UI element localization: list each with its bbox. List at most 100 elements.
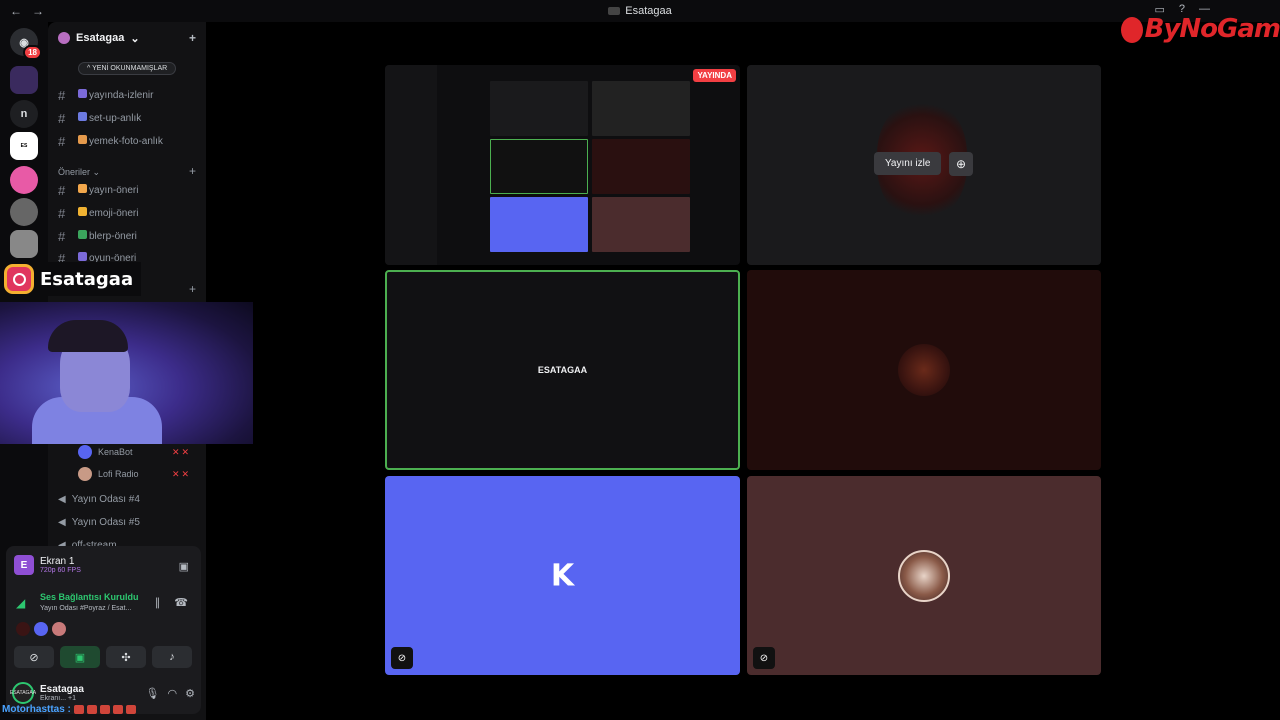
user-status-extra: +1 bbox=[68, 695, 77, 702]
user-avatar[interactable]: ESATAGAA bbox=[9, 682, 37, 704]
deafened-corner-icon: ⊘ bbox=[753, 647, 775, 669]
voice-user-kenabot[interactable]: KenaBot ✕✕ bbox=[78, 445, 189, 459]
server-icon-esatagaa[interactable]: ES bbox=[10, 132, 38, 160]
server-name: Esatagaa bbox=[76, 32, 125, 44]
signal-icon: ◢ bbox=[16, 596, 26, 610]
screen-share-tile[interactable]: YAYINDA bbox=[385, 65, 740, 265]
discord-home-icon[interactable]: ◉ 18 bbox=[10, 28, 42, 60]
hash-icon: # bbox=[58, 205, 66, 221]
screen-share-quality: 720p 60 FPS bbox=[40, 567, 81, 574]
microphone-icon[interactable]: 🎙 bbox=[146, 687, 160, 700]
deafened-corner-icon: ⊘ bbox=[391, 647, 413, 669]
emote-icon bbox=[99, 705, 110, 714]
avatar-text: ESATAGAA bbox=[9, 690, 37, 696]
hash-icon: # bbox=[58, 228, 66, 244]
voice-channel-4[interactable]: ◀ Yayın Odası #4 bbox=[58, 494, 140, 505]
user-avatar-circle bbox=[898, 549, 950, 602]
emote-icon bbox=[73, 705, 84, 714]
add-channel-icon[interactable]: + bbox=[189, 282, 196, 296]
server-icon bbox=[608, 7, 621, 16]
channel-emoji bbox=[78, 112, 87, 121]
user-name: Esatagaa bbox=[40, 684, 84, 695]
channel-label: set-up-anlık bbox=[89, 113, 142, 124]
server-icon-anime[interactable] bbox=[10, 166, 38, 194]
channel-label: emoji-öneri bbox=[89, 208, 139, 219]
tile-user-label: ESATAGAA bbox=[537, 365, 588, 375]
screen-letter: E bbox=[20, 559, 28, 571]
watch-stream-button[interactable]: Yayını izle bbox=[874, 152, 942, 175]
nested-grid-preview bbox=[490, 81, 690, 261]
avatar bbox=[78, 445, 92, 459]
category-oneriler[interactable]: Öneriler ⌄ bbox=[58, 167, 100, 178]
headphones-icon[interactable]: ◠ bbox=[168, 687, 178, 700]
channel-label: yayın-öneri bbox=[89, 185, 139, 196]
stop-share-icon[interactable]: ▣ bbox=[179, 560, 189, 573]
user-tile-esatagaa[interactable]: ESATAGAA bbox=[385, 270, 740, 470]
forward-arrow-icon[interactable]: → bbox=[32, 4, 44, 18]
channel-emoji bbox=[78, 207, 87, 216]
channel-yemek-foto-anlik[interactable]: # yemek-foto-anlık bbox=[58, 132, 163, 150]
watermark-logo-icon bbox=[1120, 16, 1143, 43]
window-title-text: Esatagaa bbox=[625, 5, 672, 17]
server-dot-icon bbox=[58, 32, 70, 44]
deafened-icon: ✕✕ bbox=[172, 446, 192, 457]
emote-icon bbox=[112, 705, 123, 714]
chat-ticker: Motorhasttas : bbox=[2, 704, 136, 715]
stream-preview-tile[interactable]: Yayını izle ⊕ bbox=[747, 65, 1101, 265]
unread-label: YENİ OKUNMAMIŞLAR bbox=[92, 65, 168, 72]
connection-status[interactable]: Ses Bağlantısı Kuruldu bbox=[40, 592, 139, 602]
avatar bbox=[52, 622, 66, 636]
camera-off-button[interactable]: ⊘ bbox=[14, 646, 54, 668]
voice-channel-label: Yayın Odası #5 bbox=[71, 517, 140, 528]
server-header[interactable]: Esatagaa ⌄ + bbox=[48, 22, 206, 54]
user-area: ESATAGAA Esatagaa Ekranı... +1 🎙 ◠ ⚙ bbox=[9, 682, 195, 704]
channel-set-up-anlik[interactable]: # set-up-anlık bbox=[58, 109, 141, 127]
hash-icon: # bbox=[58, 87, 66, 103]
watermark-text: ByNoGam bbox=[1144, 14, 1280, 44]
add-member-icon[interactable]: + bbox=[189, 31, 196, 45]
instagram-overlay: Esatagaa bbox=[4, 262, 142, 296]
channel-label: blerp-öneri bbox=[89, 231, 137, 242]
add-channel-icon[interactable]: + bbox=[189, 164, 196, 178]
disconnect-icon[interactable]: ☎ bbox=[174, 596, 188, 609]
channel-yayinda-izlenir[interactable]: # yayında-izlenir bbox=[58, 86, 153, 104]
server-icon-gray[interactable] bbox=[10, 198, 38, 226]
voice-channel-5[interactable]: ◀ Yayın Odası #5 bbox=[58, 517, 140, 528]
user-status: Ekranı... bbox=[40, 695, 67, 702]
voice-channel-label: Yayın Odası #4 bbox=[71, 494, 140, 505]
screen-share-info: E Ekran 1 720p 60 FPS bbox=[14, 555, 81, 575]
channel-label: yayında-izlenir bbox=[89, 90, 154, 101]
soundboard-button[interactable]: ♪ bbox=[152, 646, 192, 668]
user-tile-lofi-radio[interactable]: ⊘ bbox=[747, 476, 1101, 675]
connection-location[interactable]: Yayın Odası #Poyraz / Esat... bbox=[40, 605, 131, 612]
user-tile-kenabot[interactable]: K ⊘ bbox=[385, 476, 740, 675]
channel-emoji bbox=[78, 135, 87, 144]
webcam-overlay bbox=[0, 302, 253, 444]
settings-gear-icon[interactable]: ⚙ bbox=[185, 687, 195, 700]
voice-controls: ⊘ ▣ ✣ ♪ bbox=[14, 646, 192, 668]
channel-blerp-oneri[interactable]: # blerp-öneri bbox=[58, 227, 137, 245]
speaker-icon: ◀ bbox=[58, 517, 66, 528]
server-icon-lines[interactable] bbox=[10, 230, 38, 258]
channel-yayin-oneri[interactable]: # yayın-öneri bbox=[58, 181, 138, 199]
voice-user-lofi-radio[interactable]: Lofi Radio ✕✕ bbox=[78, 467, 189, 481]
noise-suppression-icon[interactable]: ∥ bbox=[155, 596, 161, 609]
server-icon-n[interactable]: n bbox=[10, 100, 38, 128]
watch-popout-icon[interactable]: ⊕ bbox=[949, 152, 973, 176]
unread-pill[interactable]: ^ YENİ OKUNMAMIŞLAR bbox=[78, 62, 177, 75]
back-arrow-icon[interactable]: ← bbox=[10, 4, 22, 18]
hash-icon: # bbox=[58, 110, 66, 126]
voice-user-name: Lofi Radio bbox=[98, 469, 139, 479]
channel-emoji-oneri[interactable]: # emoji-öneri bbox=[58, 204, 138, 222]
screen-share-button[interactable]: ▣ bbox=[60, 646, 100, 668]
window-title: Esatagaa bbox=[0, 5, 1280, 17]
live-badge: YAYINDA bbox=[693, 69, 736, 82]
activities-button[interactable]: ✣ bbox=[106, 646, 146, 668]
screen-share-title: Ekran 1 bbox=[40, 556, 75, 567]
voice-panel: E Ekran 1 720p 60 FPS ▣ ◢ Ses Bağlantısı… bbox=[6, 546, 201, 714]
server-letter: n bbox=[20, 108, 28, 120]
server-icon-1[interactable] bbox=[10, 66, 38, 94]
user-tile-dark[interactable] bbox=[747, 270, 1101, 470]
webcam-person-cap bbox=[48, 320, 128, 352]
avatar bbox=[16, 622, 30, 636]
